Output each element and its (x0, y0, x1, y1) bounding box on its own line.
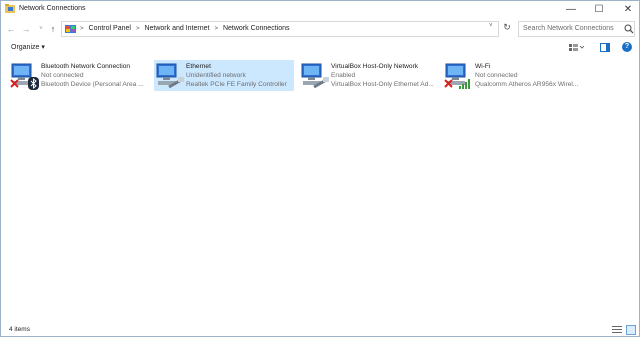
list-item[interactable]: Wi-Fi Not connected Qualcomm Atheros AR9… (443, 60, 583, 91)
network-adapter-icon (301, 63, 329, 89)
connection-device: Bluetooth Device (Personal Area ... (41, 81, 144, 88)
network-folder-icon (5, 4, 15, 13)
status-bar: 4 items (1, 323, 639, 337)
search-input[interactable]: Search Network Connections (518, 21, 635, 37)
connection-name: Ethernet (186, 63, 211, 70)
explorer-window: Network Connections — ☐ ✕ ← → ˅ ↑ > Cont… (0, 0, 640, 337)
connections-list: Bluetooth Network Connection Not connect… (1, 57, 639, 319)
command-bar: Organize ▾ ? (1, 40, 639, 56)
large-icons-view-icon[interactable] (626, 325, 636, 335)
preview-pane-icon[interactable] (600, 43, 610, 52)
control-panel-icon (65, 25, 76, 33)
breadcrumb-separator: > (214, 25, 218, 32)
window-title: Network Connections (19, 5, 86, 12)
breadcrumb-control-panel[interactable]: Control Panel (89, 25, 131, 32)
connection-device: Qualcomm Atheros AR956x Wirel... (475, 81, 579, 88)
organize-menu-button[interactable]: Organize ▾ (11, 43, 45, 51)
disconnected-x-icon (444, 79, 453, 88)
help-button[interactable]: ? (622, 42, 632, 52)
search-icon[interactable] (624, 24, 634, 34)
title-bar[interactable]: Network Connections — ☐ ✕ (1, 1, 639, 18)
connection-device: VirtualBox Host-Only Ethernet Ad... (331, 81, 434, 88)
breadcrumb-separator: > (135, 25, 140, 32)
address-history-dropdown[interactable]: ˅ (489, 23, 493, 29)
connection-status: Not connected (475, 72, 518, 79)
bluetooth-icon (28, 77, 39, 90)
forward-button[interactable]: → (20, 23, 32, 35)
list-item[interactable]: Ethernet Unidentified network Realtek PC… (154, 60, 294, 91)
connection-status: Not connected (41, 72, 84, 79)
up-button[interactable]: ↑ (47, 23, 59, 35)
search-placeholder: Search Network Connections (523, 25, 614, 32)
network-adapter-icon (156, 63, 184, 89)
address-bar[interactable]: > Control Panel > Network and Internet >… (61, 21, 499, 37)
refresh-button[interactable]: ↻ (501, 22, 513, 36)
list-item[interactable]: Bluetooth Network Connection Not connect… (9, 60, 149, 91)
breadcrumb-network-connections[interactable]: Network Connections (223, 25, 290, 32)
disconnected-x-icon (10, 79, 19, 88)
connection-name: Bluetooth Network Connection (41, 63, 131, 70)
connection-status: Enabled (331, 72, 356, 79)
breadcrumb-network-and-internet[interactable]: Network and Internet (144, 25, 209, 32)
breadcrumb-separator: > (80, 25, 84, 32)
connection-status: Unidentified network (186, 72, 246, 79)
connection-device: Realtek PCIe FE Family Controller (186, 81, 287, 88)
details-view-icon[interactable] (612, 325, 622, 335)
close-button[interactable]: ✕ (611, 1, 640, 18)
back-button[interactable]: ← (5, 23, 17, 35)
recent-locations-button[interactable]: ˅ (35, 23, 47, 35)
list-item[interactable]: VirtualBox Host-Only Network Enabled Vir… (299, 60, 439, 91)
connection-name: Wi-Fi (475, 63, 491, 70)
change-view-icon[interactable] (569, 43, 585, 53)
connection-name: VirtualBox Host-Only Network (331, 63, 419, 70)
item-count: 4 items (9, 326, 30, 333)
wifi-signal-icon (459, 79, 470, 89)
breadcrumb: > Control Panel > Network and Internet >… (80, 25, 289, 32)
